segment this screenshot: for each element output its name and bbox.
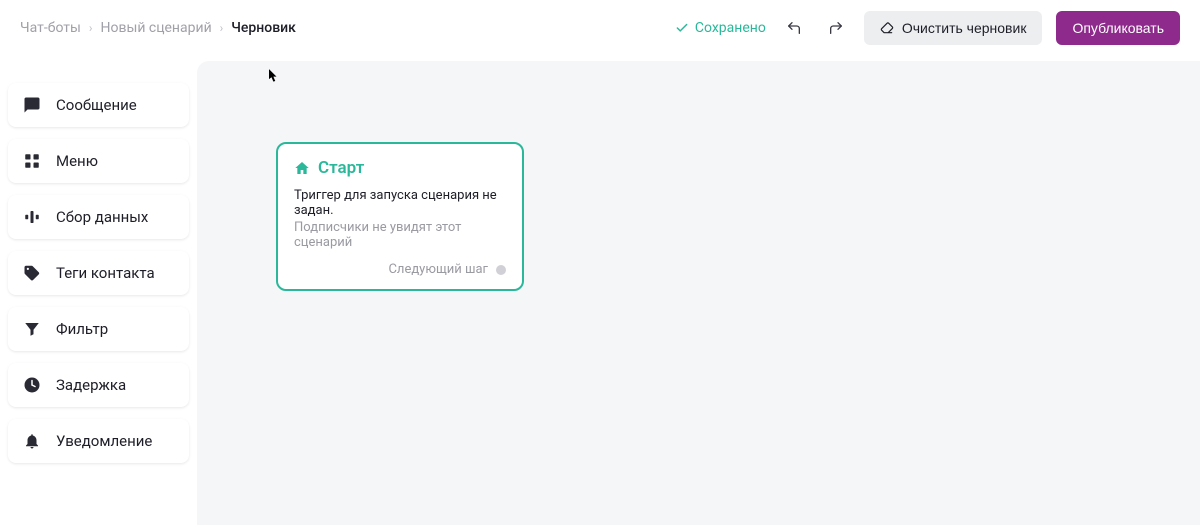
start-help-line: Подписчики не увидят этот сценарий	[294, 220, 506, 250]
start-title: Старт	[318, 158, 364, 178]
clock-icon	[22, 375, 42, 395]
filter-icon	[22, 319, 42, 339]
header: Чат-боты › Новый сценарий › Черновик Сох…	[0, 0, 1200, 55]
breadcrumb-new-scenario[interactable]: Новый сценарий	[100, 20, 211, 36]
form-icon	[22, 207, 42, 227]
sidebar-item-label: Теги контакта	[56, 264, 155, 282]
chevron-right-icon: ›	[220, 21, 224, 35]
saved-label: Сохранено	[695, 20, 766, 36]
connector-dot-icon[interactable]	[496, 265, 506, 275]
start-node[interactable]: Старт Триггер для запуска сценария не за…	[276, 142, 524, 291]
bell-icon	[22, 431, 42, 451]
chevron-right-icon: ›	[89, 21, 93, 35]
sidebar-item-label: Сбор данных	[56, 208, 148, 226]
cursor-icon	[269, 69, 279, 83]
sidebar-item-data-collection[interactable]: Сбор данных	[8, 195, 189, 239]
sidebar-item-label: Фильтр	[56, 320, 108, 338]
undo-icon	[786, 20, 802, 36]
sidebar-item-filter[interactable]: Фильтр	[8, 307, 189, 351]
sidebar-item-label: Меню	[56, 152, 98, 170]
publish-label: Опубликовать	[1072, 20, 1164, 36]
menu-icon	[22, 151, 42, 171]
breadcrumb-draft: Черновик	[231, 20, 296, 36]
eraser-icon	[880, 21, 894, 35]
sidebar-item-label: Уведомление	[56, 432, 152, 450]
sidebar-item-menu[interactable]: Меню	[8, 139, 189, 183]
check-icon	[675, 21, 689, 35]
next-step[interactable]: Следующий шаг	[294, 262, 506, 277]
clear-draft-button[interactable]: Очистить черновик	[864, 11, 1043, 45]
publish-button[interactable]: Опубликовать	[1056, 11, 1180, 45]
sidebar-item-label: Задержка	[56, 376, 126, 394]
start-warning-line: Триггер для запуска сценария не задан.	[294, 188, 506, 218]
redo-icon	[828, 20, 844, 36]
sidebar-item-notification[interactable]: Уведомление	[8, 419, 189, 463]
sidebar: Сообщение Меню Сбор данных Теги контакта…	[0, 55, 197, 525]
breadcrumb: Чат-боты › Новый сценарий › Черновик	[20, 20, 296, 36]
message-icon	[22, 95, 42, 115]
breadcrumb-chatbots[interactable]: Чат-боты	[20, 20, 81, 36]
home-icon	[294, 160, 310, 176]
clear-draft-label: Очистить черновик	[902, 20, 1027, 36]
sidebar-item-contact-tags[interactable]: Теги контакта	[8, 251, 189, 295]
redo-button[interactable]	[822, 14, 850, 42]
sidebar-item-message[interactable]: Сообщение	[8, 83, 189, 127]
header-actions: Сохранено Очистить черновик Опубликовать	[675, 11, 1180, 45]
undo-button[interactable]	[780, 14, 808, 42]
saved-status: Сохранено	[675, 20, 766, 36]
next-step-label: Следующий шаг	[388, 262, 488, 277]
sidebar-item-delay[interactable]: Задержка	[8, 363, 189, 407]
sidebar-item-label: Сообщение	[56, 96, 137, 114]
tag-icon	[22, 263, 42, 283]
canvas[interactable]: Старт Триггер для запуска сценария не за…	[197, 61, 1200, 525]
